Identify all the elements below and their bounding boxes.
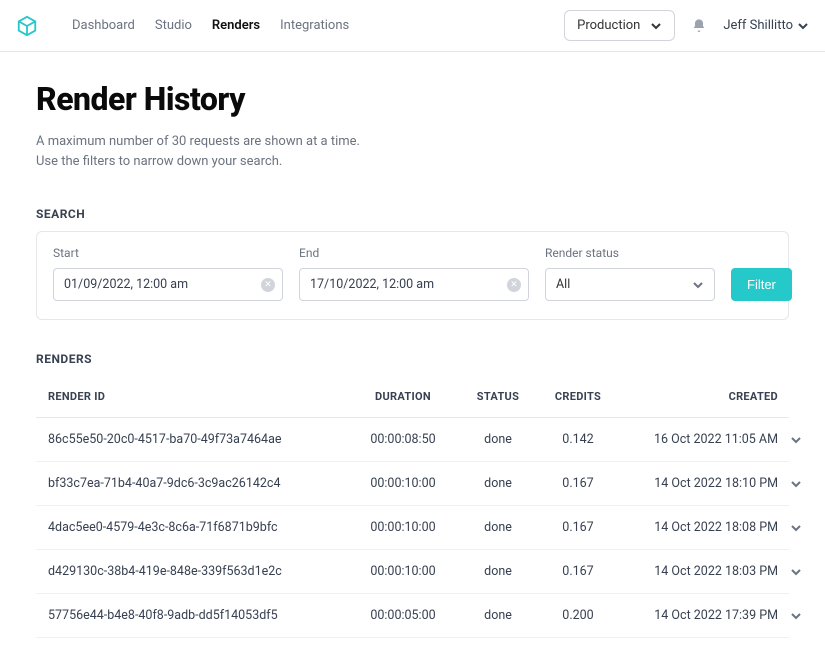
- environment-select[interactable]: Production: [564, 10, 675, 41]
- clear-end-button[interactable]: ✕: [507, 278, 521, 292]
- nav-item-dashboard[interactable]: Dashboard: [72, 18, 135, 33]
- col-credits: CREDITS: [538, 390, 618, 403]
- cell-id: 4dac5ee0-4579-4e3c-8c6a-71f6871b9bfc: [48, 520, 348, 535]
- renders-table: RENDER ID DURATION STATUS CREDITS CREATE…: [36, 376, 789, 638]
- start-label: Start: [53, 246, 283, 260]
- expand-row-button[interactable]: [778, 434, 802, 446]
- cell-credits: 0.167: [538, 564, 618, 579]
- nav-item-studio[interactable]: Studio: [155, 18, 192, 33]
- cell-credits: 0.142: [538, 432, 618, 447]
- cell-duration: 00:00:10:00: [348, 564, 458, 579]
- chevron-down-icon: [790, 522, 802, 534]
- search-section-label: SEARCH: [36, 207, 789, 221]
- cell-duration: 00:00:10:00: [348, 520, 458, 535]
- cell-credits: 0.167: [538, 476, 618, 491]
- page-title: Render History: [36, 80, 789, 118]
- cell-created: 14 Oct 2022 18:08 PM: [618, 520, 778, 535]
- nav-item-integrations[interactable]: Integrations: [280, 18, 349, 33]
- cell-id: 57756e44-b4e8-40f8-9adb-dd5f14053df5: [48, 608, 348, 623]
- cell-status: done: [458, 476, 538, 491]
- chevron-down-icon: [790, 434, 802, 446]
- clear-start-button[interactable]: ✕: [261, 278, 275, 292]
- page-content: Render History A maximum number of 30 re…: [0, 52, 825, 666]
- search-card: Start ✕ End ✕ Render status All: [36, 231, 789, 320]
- expand-row-button[interactable]: [778, 566, 802, 578]
- cell-duration: 00:00:05:00: [348, 608, 458, 623]
- cell-created: 14 Oct 2022 17:39 PM: [618, 608, 778, 623]
- page-subtitle: A maximum number of 30 requests are show…: [36, 132, 376, 171]
- cell-id: 86c55e50-20c0-4517-ba70-49f73a7464ae: [48, 432, 348, 447]
- cell-status: done: [458, 520, 538, 535]
- col-duration: DURATION: [348, 390, 458, 403]
- end-label: End: [299, 246, 529, 260]
- cell-duration: 00:00:08:50: [348, 432, 458, 447]
- user-menu[interactable]: Jeff Shillitto: [723, 18, 809, 33]
- cell-id: d429130c-38b4-419e-848e-339f563d1e2c: [48, 564, 348, 579]
- status-value: All: [556, 277, 570, 292]
- cell-created: 14 Oct 2022 18:10 PM: [618, 476, 778, 491]
- cell-credits: 0.167: [538, 520, 618, 535]
- cell-status: done: [458, 564, 538, 579]
- cell-created: 16 Oct 2022 11:05 AM: [618, 432, 778, 447]
- cell-status: done: [458, 608, 538, 623]
- caret-down-icon: [797, 20, 809, 32]
- col-created: CREATED: [618, 390, 778, 403]
- logo-icon: [16, 15, 38, 37]
- table-row: d429130c-38b4-419e-848e-339f563d1e2c00:0…: [36, 550, 789, 594]
- user-name: Jeff Shillitto: [723, 18, 793, 33]
- environment-label: Production: [577, 18, 640, 33]
- chevron-down-icon: [650, 20, 662, 32]
- renders-section-label: RENDERS: [36, 352, 789, 366]
- main-nav: Dashboard Studio Renders Integrations: [72, 18, 349, 33]
- cell-duration: 00:00:10:00: [348, 476, 458, 491]
- expand-row-button[interactable]: [778, 478, 802, 490]
- chevron-down-icon: [692, 279, 704, 291]
- cell-status: done: [458, 432, 538, 447]
- table-row: 57756e44-b4e8-40f8-9adb-dd5f14053df500:0…: [36, 594, 789, 638]
- table-header: RENDER ID DURATION STATUS CREDITS CREATE…: [36, 376, 789, 418]
- chevron-down-icon: [790, 478, 802, 490]
- chevron-down-icon: [790, 566, 802, 578]
- start-date-input[interactable]: [53, 268, 283, 301]
- expand-row-button[interactable]: [778, 522, 802, 534]
- col-id: RENDER ID: [48, 390, 348, 403]
- end-date-input[interactable]: [299, 268, 529, 301]
- col-status: STATUS: [458, 390, 538, 403]
- chevron-down-icon: [790, 610, 802, 622]
- status-label: Render status: [545, 246, 715, 260]
- cell-id: bf33c7ea-71b4-40a7-9dc6-3c9ac26142c4: [48, 476, 348, 491]
- nav-item-renders[interactable]: Renders: [212, 18, 260, 33]
- table-row: 4dac5ee0-4579-4e3c-8c6a-71f6871b9bfc00:0…: [36, 506, 789, 550]
- notifications-icon[interactable]: [691, 18, 707, 34]
- cell-credits: 0.200: [538, 608, 618, 623]
- expand-row-button[interactable]: [778, 610, 802, 622]
- filter-button[interactable]: Filter: [731, 268, 792, 301]
- cell-created: 14 Oct 2022 18:03 PM: [618, 564, 778, 579]
- table-row: 86c55e50-20c0-4517-ba70-49f73a7464ae00:0…: [36, 418, 789, 462]
- top-header: Dashboard Studio Renders Integrations Produ…: [0, 0, 825, 52]
- table-row: bf33c7ea-71b4-40a7-9dc6-3c9ac26142c400:0…: [36, 462, 789, 506]
- status-select[interactable]: All: [545, 268, 715, 301]
